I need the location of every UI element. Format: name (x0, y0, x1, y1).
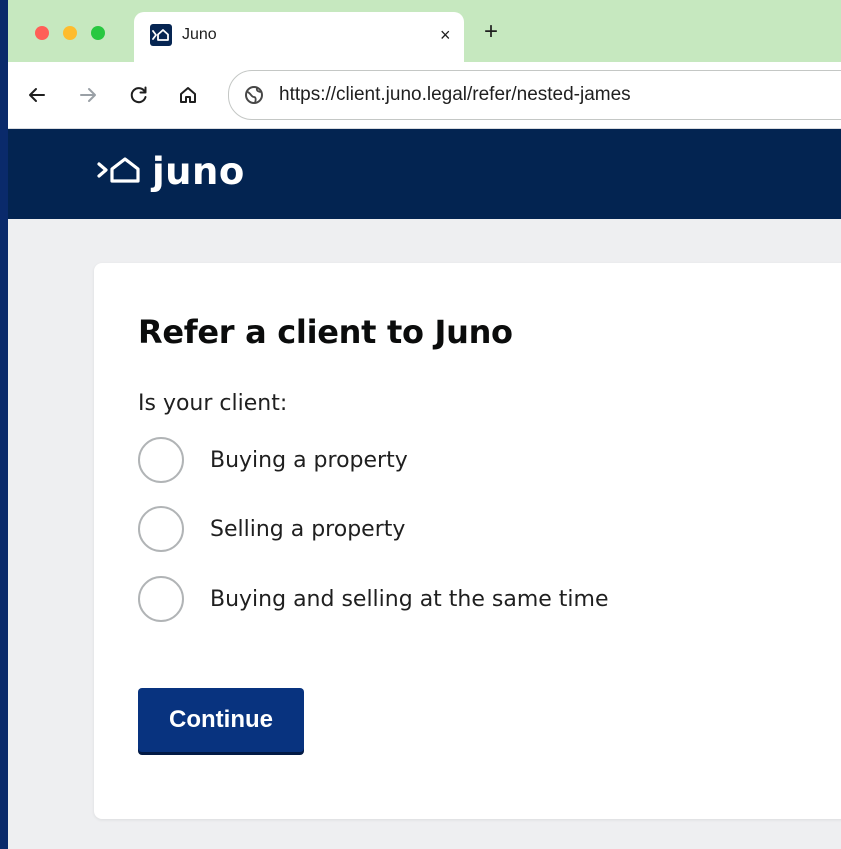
browser-tab-juno[interactable]: Juno × (134, 12, 464, 62)
juno-logo[interactable]: juno (96, 149, 245, 195)
reload-icon[interactable] (126, 82, 152, 108)
radio-buying-and-selling[interactable] (138, 576, 184, 622)
browser-window: Juno × + https://client.juno.legal/refer… (8, 0, 841, 849)
option-label: Buying a property (210, 447, 408, 473)
question-label: Is your client: (138, 391, 288, 416)
close-icon[interactable]: × (440, 23, 451, 47)
address-bar[interactable]: https://client.juno.legal/refer/nested-j… (228, 70, 841, 120)
back-arrow-icon[interactable] (24, 82, 50, 108)
url-text[interactable]: https://client.juno.legal/refer/nested-j… (279, 83, 631, 107)
browser-toolbar: https://client.juno.legal/refer/nested-j… (8, 62, 841, 129)
option-label: Buying and selling at the same time (210, 586, 609, 612)
home-icon[interactable] (175, 82, 201, 108)
forward-arrow-icon[interactable] (75, 82, 101, 108)
page-title: Refer a client to Juno (138, 313, 513, 351)
minimize-window-button[interactable] (63, 26, 77, 40)
site-info-icon[interactable] (243, 84, 265, 106)
close-window-button[interactable] (35, 26, 49, 40)
brand-name: juno (152, 150, 245, 193)
option-buying[interactable]: Buying a property (138, 435, 408, 485)
option-buying-and-selling[interactable]: Buying and selling at the same time (138, 574, 609, 624)
continue-button[interactable]: Continue (138, 688, 304, 752)
radio-buying[interactable] (138, 437, 184, 483)
radio-selling[interactable] (138, 506, 184, 552)
referral-form-card: Refer a client to Juno Is your client: B… (94, 263, 841, 819)
plus-icon[interactable]: + (484, 19, 498, 45)
option-selling[interactable]: Selling a property (138, 504, 405, 554)
site-header: juno (8, 129, 841, 219)
option-label: Selling a property (210, 516, 406, 542)
juno-favicon-icon (150, 24, 172, 46)
maximize-window-button[interactable] (91, 26, 105, 40)
tab-strip: Juno × + (8, 0, 841, 62)
juno-logo-icon (96, 155, 142, 190)
tab-title: Juno (182, 26, 217, 43)
